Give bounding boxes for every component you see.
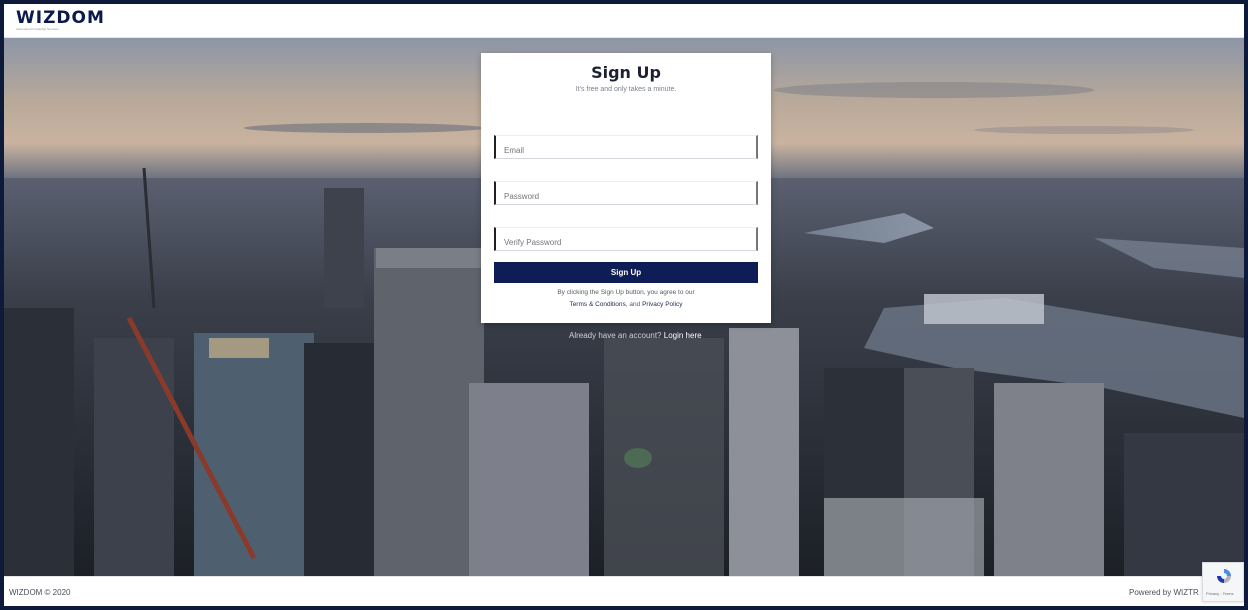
signup-title: Sign Up	[591, 63, 661, 82]
password-field[interactable]	[494, 181, 758, 205]
verify-password-field[interactable]	[494, 227, 758, 251]
login-prompt-text: Already have an account?	[569, 331, 662, 340]
terms-prefix: By clicking the Sign Up button, you agre…	[557, 289, 695, 296]
signup-card: Sign Up It's free and only takes a minut…	[481, 53, 771, 323]
copyright-text: WIZDOM © 2020	[9, 588, 71, 597]
top-header: WIZDOM Automated Knowledge Services	[4, 4, 1244, 38]
recaptcha-badge[interactable]: Privacy - Terms	[1202, 562, 1244, 602]
signup-button[interactable]: Sign Up	[494, 262, 758, 283]
app-frame: WIZDOM Automated Knowledge Services Sign…	[4, 4, 1244, 606]
terms-link[interactable]: Terms & Conditions	[569, 301, 625, 308]
email-field[interactable]	[494, 135, 758, 159]
recaptcha-text[interactable]: Privacy - Terms	[1206, 591, 1233, 596]
logo-text: WIZDOM	[16, 8, 105, 28]
wizdom-logo[interactable]: WIZDOM Automated Knowledge Services	[16, 8, 105, 32]
login-prompt: Already have an account? Login here	[569, 331, 702, 340]
recaptcha-icon	[1217, 569, 1231, 583]
terms-and: , and	[625, 301, 641, 308]
signup-subtitle: It's free and only takes a minute.	[575, 86, 677, 93]
terms-notice: By clicking the Sign Up button, you agre…	[481, 287, 771, 311]
page-footer: WIZDOM © 2020 Powered by WIZTR	[4, 576, 1244, 606]
privacy-link[interactable]: Privacy Policy	[642, 301, 682, 308]
city-background: Sign Up It's free and only takes a minut…	[4, 38, 1244, 576]
powered-by-text: Powered by WIZTR	[1129, 588, 1199, 597]
login-link[interactable]: Login here	[664, 331, 702, 340]
